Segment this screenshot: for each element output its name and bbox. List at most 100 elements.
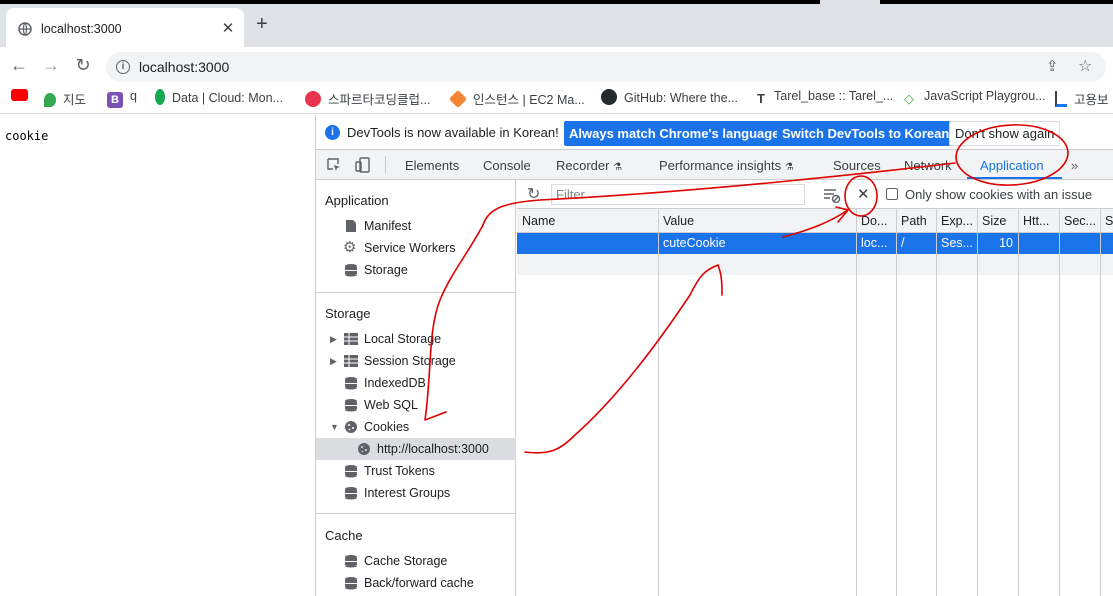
share-icon[interactable]: ⇪ <box>1046 57 1059 75</box>
sidebar-item-web-sql[interactable]: Web SQL <box>316 394 516 416</box>
cell-size[interactable]: 10 <box>977 233 1018 254</box>
sidebar-item-storage[interactable]: Storage <box>316 259 516 281</box>
column-header-secure[interactable]: Sec... <box>1059 209 1100 233</box>
sidebar-header-storage: Storage <box>325 306 371 321</box>
column-header-size[interactable]: Size <box>977 209 1018 233</box>
tab-elements[interactable]: Elements <box>405 158 459 173</box>
cell-name[interactable] <box>517 233 658 254</box>
column-divider <box>936 209 937 596</box>
tistory-icon: T <box>757 91 765 106</box>
bookmark-tistory[interactable]: T Tarel_base :: Tarel_... <box>755 89 893 107</box>
cell-domain[interactable]: loc... <box>856 233 896 254</box>
table-icon <box>344 355 358 367</box>
tab-performance-insights[interactable]: Performance insights ⚗ <box>659 158 794 173</box>
cookie-table: Name Value Do... Path Exp... Size Htt...… <box>517 209 1113 596</box>
sidebar-item-interest-groups[interactable]: Interest Groups <box>316 482 516 504</box>
column-divider <box>896 209 897 596</box>
browser-tab[interactable]: localhost:3000 ✕ <box>6 8 244 47</box>
cell-expires[interactable]: Ses... <box>936 233 977 254</box>
site-info-icon[interactable]: i <box>116 60 130 74</box>
sidebar-item-cache-storage[interactable]: Cache Storage <box>316 550 516 572</box>
bookmark-playground[interactable]: ◇ JavaScript Playgrou... <box>901 89 1046 107</box>
window-top-bar <box>0 0 820 4</box>
bookmark-youtube[interactable] <box>11 89 35 107</box>
devtools-panel: i DevTools is now available in Korean! A… <box>315 115 1113 596</box>
sidebar-item-cookies[interactable]: ▼ Cookies <box>316 416 516 438</box>
filter-input[interactable] <box>551 184 805 205</box>
bookmark-sparta[interactable]: 스파르타코딩클럽... <box>305 89 430 107</box>
sidebar-header-application: Application <box>325 193 389 208</box>
always-match-language-button[interactable]: Always match Chrome's language <box>564 121 785 146</box>
back-button[interactable]: ← <box>9 55 29 75</box>
sidebar-item-back-forward-cache[interactable]: Back/forward cache <box>316 572 516 594</box>
sidebar-item-manifest[interactable]: Manifest <box>316 215 516 237</box>
new-tab-button[interactable]: + <box>256 14 268 34</box>
cell-value[interactable]: cuteCookie <box>658 233 856 254</box>
switch-to-korean-button[interactable]: Switch DevTools to Korean <box>777 121 955 146</box>
column-header-expires[interactable]: Exp... <box>936 209 977 233</box>
column-divider <box>1018 209 1019 596</box>
clear-all-cookies-icon[interactable]: ✕ <box>857 185 870 203</box>
address-bar[interactable]: i localhost:3000 ⇪ ☆ <box>106 52 1106 82</box>
gear-icon: ⚙ <box>343 239 357 256</box>
dont-show-again-button[interactable]: Don't show again <box>949 121 1061 146</box>
tab-network[interactable]: Network <box>904 158 952 173</box>
sidebar-item-indexeddb[interactable]: IndexedDB <box>316 372 516 394</box>
tab-sources[interactable]: Sources <box>833 158 881 173</box>
bookmark-mongodb[interactable]: Data | Cloud: Mon... <box>155 89 283 107</box>
column-header-samesite[interactable]: Sa <box>1100 209 1113 233</box>
sidebar-item-local-storage[interactable]: ▶ Local Storage <box>316 328 516 350</box>
inspect-element-icon[interactable] <box>326 157 342 173</box>
sidebar-item-cookie-origin[interactable]: http://localhost:3000 <box>316 438 516 460</box>
cookie-icon <box>345 421 357 433</box>
bookmark-aws[interactable]: 인스턴스 | EC2 Ma... <box>448 89 585 109</box>
page-body-text: cookie <box>5 129 49 143</box>
column-header-httponly[interactable]: Htt... <box>1018 209 1059 233</box>
database-icon <box>345 377 357 390</box>
bookmark-gov[interactable]: 고용보 <box>1055 89 1109 107</box>
url-text[interactable]: localhost:3000 <box>139 59 229 75</box>
reload-button[interactable]: ↻ <box>73 55 93 75</box>
more-tabs-icon[interactable]: » <box>1071 158 1078 173</box>
cell-path[interactable]: / <box>896 233 936 254</box>
clear-filtered-cookies-icon[interactable] <box>823 187 841 203</box>
expand-arrow-icon[interactable]: ▶ <box>330 350 337 372</box>
column-header-path[interactable]: Path <box>896 209 936 233</box>
collapse-arrow-icon[interactable]: ▼ <box>330 416 339 438</box>
only-issues-checkbox[interactable] <box>886 188 898 200</box>
active-tab-indicator <box>967 177 1062 179</box>
expand-arrow-icon[interactable]: ▶ <box>330 328 337 350</box>
tab-application[interactable]: Application <box>980 158 1044 173</box>
column-divider <box>658 209 659 596</box>
close-tab-icon[interactable]: ✕ <box>220 19 236 37</box>
browser-toolbar: ← → ↻ i localhost:3000 ⇪ ☆ <box>0 47 1113 83</box>
device-toolbar-icon[interactable] <box>355 157 371 173</box>
devtools-tab-bar: Elements Console Recorder ⚗ Performance … <box>316 150 1113 180</box>
bookmark-star-icon[interactable]: ☆ <box>1078 56 1092 76</box>
bookmark-github[interactable]: GitHub: Where the... <box>601 89 738 107</box>
database-icon <box>345 399 357 412</box>
tab-strip: localhost:3000 ✕ + <box>0 0 1113 47</box>
refresh-icon[interactable]: ↻ <box>527 184 540 204</box>
database-icon <box>345 577 357 590</box>
bookmark-maps[interactable]: 지도 <box>44 89 86 107</box>
cookie-filter-bar: ↻ ✕ Only show cookies with an issue <box>517 180 1113 209</box>
column-header-name[interactable]: Name <box>517 209 658 233</box>
sidebar-divider <box>316 513 516 514</box>
application-sidebar: Application Manifest ⚙ Service Workers S… <box>316 180 516 596</box>
sidebar-item-service-workers[interactable]: ⚙ Service Workers <box>316 237 516 259</box>
tab-recorder[interactable]: Recorder ⚗ <box>556 158 622 173</box>
tab-console[interactable]: Console <box>483 158 531 173</box>
column-divider <box>856 209 857 596</box>
sidebar-item-trust-tokens[interactable]: Trust Tokens <box>316 460 516 482</box>
column-header-domain[interactable]: Do... <box>856 209 896 233</box>
tab-title: localhost:3000 <box>41 22 122 36</box>
bookmark-bootstrap[interactable]: Bq <box>107 89 137 108</box>
maps-icon <box>44 93 56 107</box>
bootstrap-icon: B <box>107 92 123 108</box>
table-icon <box>344 333 358 345</box>
column-header-value[interactable]: Value <box>658 209 856 233</box>
forward-button[interactable]: → <box>41 55 61 75</box>
sidebar-item-session-storage[interactable]: ▶ Session Storage <box>316 350 516 372</box>
info-icon: i <box>325 125 340 140</box>
